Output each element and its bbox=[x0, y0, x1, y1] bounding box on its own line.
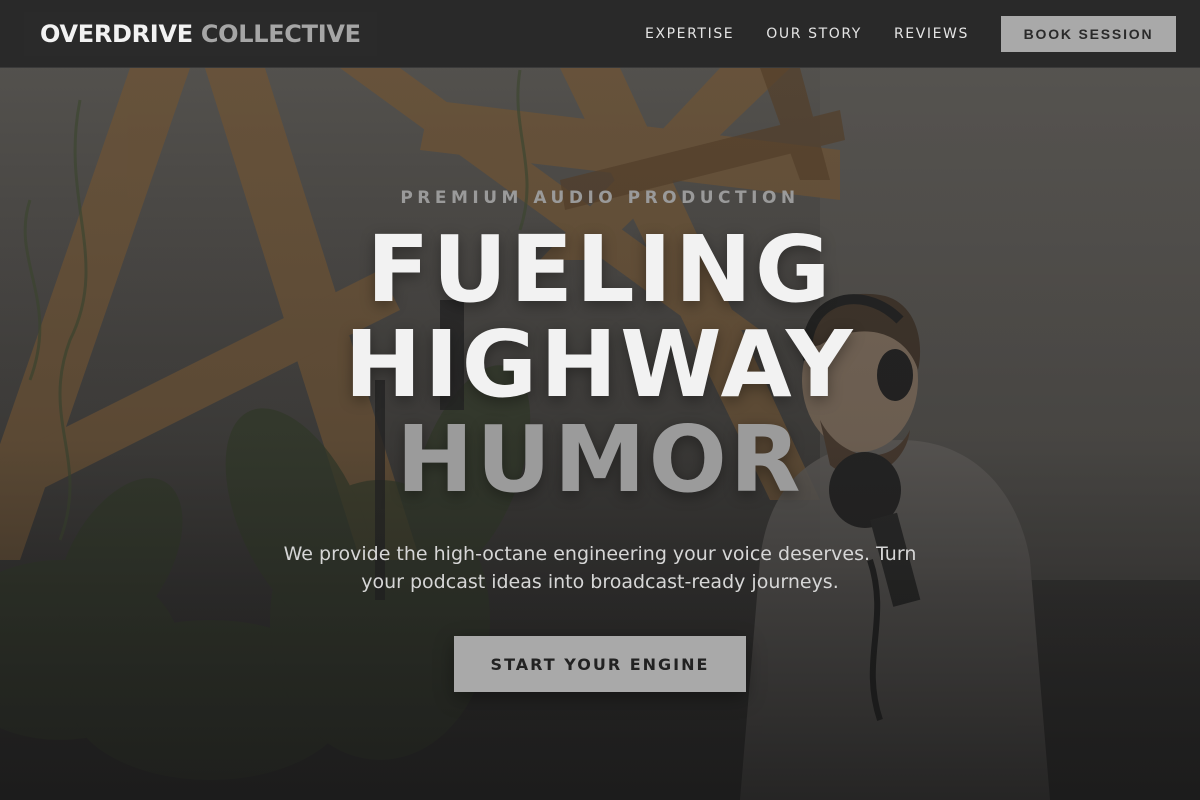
hero-section: PREMIUM AUDIO PRODUCTION FUELING HIGHWAY… bbox=[0, 0, 1200, 800]
hero-subtitle: We provide the high-octane engineering y… bbox=[283, 543, 917, 593]
headline-line-2: HIGHWAY bbox=[344, 311, 856, 418]
hero-headline: FUELING HIGHWAY HUMOR bbox=[0, 222, 1200, 507]
headline-line-1: FUELING bbox=[366, 216, 834, 323]
headline-line-3: HUMOR bbox=[396, 406, 804, 513]
start-your-engine-button[interactable]: START YOUR ENGINE bbox=[454, 636, 746, 692]
hero-eyebrow: PREMIUM AUDIO PRODUCTION bbox=[400, 188, 800, 208]
